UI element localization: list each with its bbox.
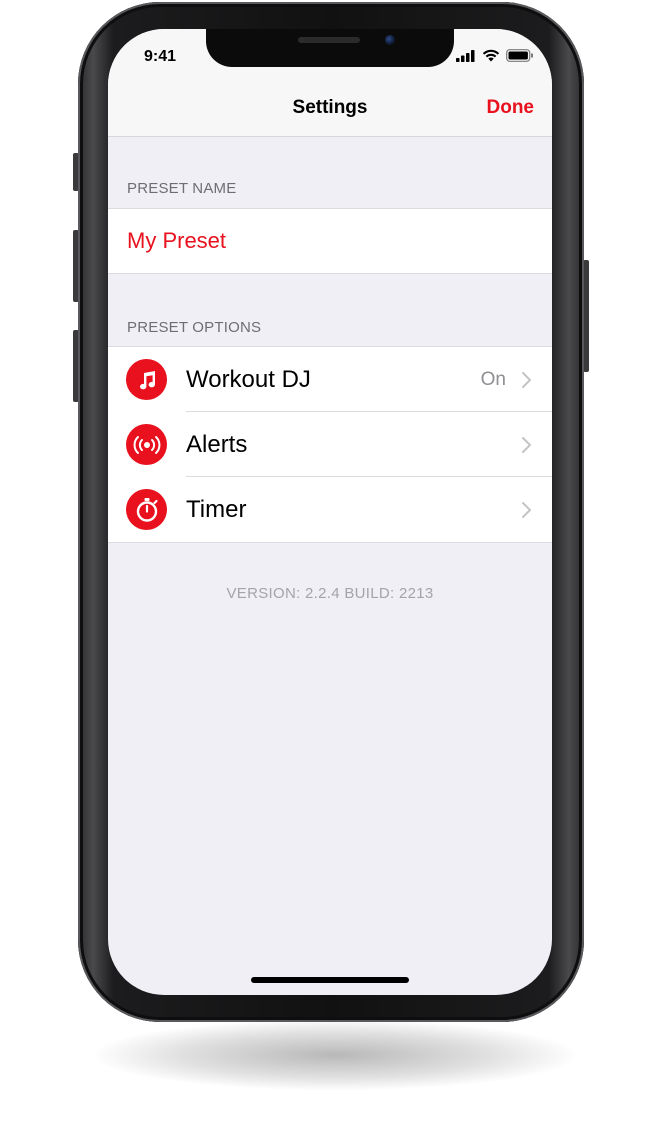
preset-options-group: Workout DJ On Alerts Timer xyxy=(108,346,552,543)
phone-screen: 9:41 Settings Done PRESET NAME My Preset… xyxy=(108,29,552,995)
wifi-icon xyxy=(482,49,500,62)
option-detail: On xyxy=(480,368,506,390)
option-row-workout-dj[interactable]: Workout DJ On xyxy=(108,347,552,412)
chevron-right-icon xyxy=(522,501,531,518)
option-row-alerts[interactable]: Alerts xyxy=(108,412,552,477)
battery-icon xyxy=(506,49,533,62)
version-label: VERSION: 2.2.4 BUILD: 2213 xyxy=(226,585,434,602)
music-note-icon xyxy=(126,359,167,400)
device-shadow xyxy=(95,1020,575,1090)
front-camera xyxy=(385,35,395,45)
device-stage: 9:41 Settings Done PRESET NAME My Preset… xyxy=(0,0,661,1136)
option-label: Timer xyxy=(186,495,247,523)
status-time: 9:41 xyxy=(144,48,177,65)
preset-options-header: PRESET OPTIONS xyxy=(127,319,262,336)
page-title: Settings xyxy=(292,97,368,118)
preset-name-header: PRESET NAME xyxy=(127,180,237,197)
preset-name-field[interactable]: My Preset xyxy=(108,209,552,273)
cellular-signal-icon xyxy=(456,49,475,62)
broadcast-alert-icon xyxy=(126,424,167,465)
chevron-right-icon xyxy=(522,371,531,388)
navigation-bar: 9:41 Settings Done xyxy=(108,29,552,137)
earpiece-speaker xyxy=(298,37,360,43)
home-indicator[interactable] xyxy=(251,977,409,983)
done-button[interactable]: Done xyxy=(487,97,535,119)
option-label: Workout DJ xyxy=(186,365,311,393)
status-icons xyxy=(456,49,534,62)
chevron-right-icon xyxy=(522,436,531,453)
stopwatch-icon xyxy=(126,489,167,530)
option-label: Alerts xyxy=(186,430,248,458)
option-row-timer[interactable]: Timer xyxy=(108,477,552,542)
preset-name-group: My Preset xyxy=(108,208,552,274)
notch xyxy=(206,29,454,67)
